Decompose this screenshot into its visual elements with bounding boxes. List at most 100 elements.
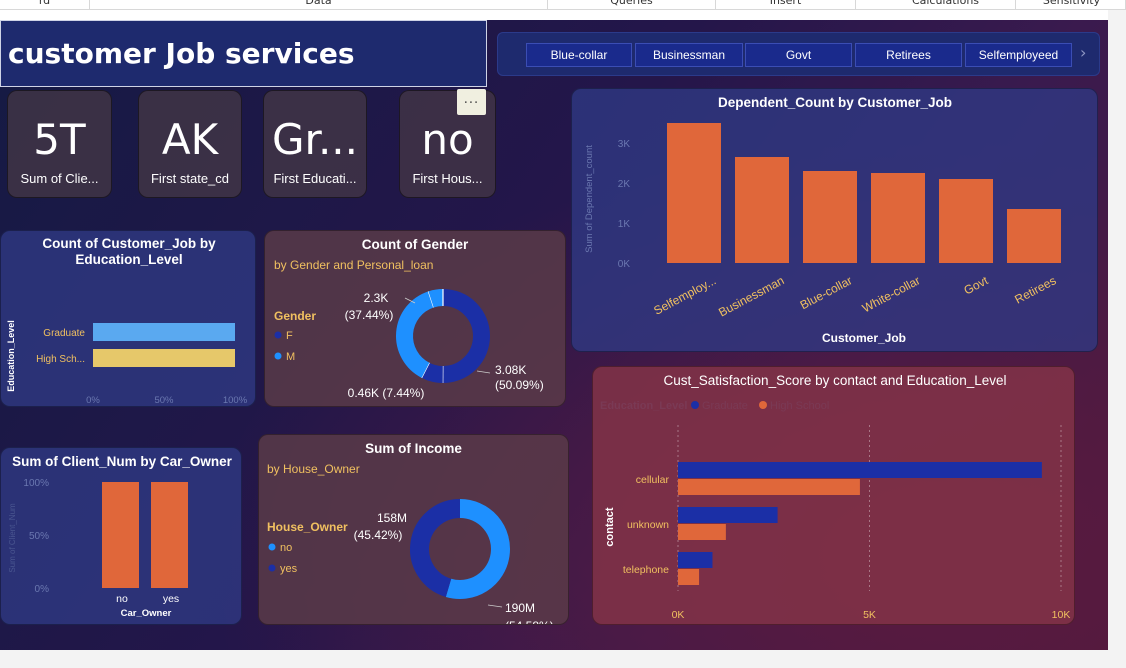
dependent-count-chart-panel[interactable]: Dependent_Count by Customer_Job 0K 1K 2K 3K S… <box>571 88 1098 352</box>
y-axis-label: contact <box>604 507 616 546</box>
slicer-item-govt[interactable]: Govt <box>745 43 852 67</box>
bar <box>1007 209 1061 263</box>
more-options-button[interactable]: ... <box>457 89 486 115</box>
x-tick-label: yes <box>163 593 179 605</box>
donut-slice <box>442 289 491 383</box>
x-tick-label: Govt <box>961 273 991 298</box>
customer-job-slicer: Blue-collar Businessman Govt Retirees Se… <box>497 32 1100 76</box>
legend-title: House_Owner <box>267 520 348 534</box>
y-axis-label: Sum of Dependent_count <box>584 145 595 253</box>
y-tick-label: 2K <box>618 179 631 190</box>
y-tick-label: 100% <box>23 478 49 489</box>
bar <box>102 482 139 588</box>
education-level-chart-panel[interactable]: Count of Customer_Job by Education_Level… <box>0 230 256 407</box>
kpi-label: First Educati... <box>273 171 357 186</box>
legend-label: yes <box>280 563 298 575</box>
bar <box>871 173 925 263</box>
legend-marker <box>268 564 276 572</box>
bar <box>678 479 860 495</box>
data-label: (37.44%) <box>345 308 394 322</box>
leader-line <box>476 370 491 374</box>
ribbon-tab[interactable]: Data <box>90 0 548 9</box>
kpi-card-client-num[interactable]: 5T Sum of Clie... <box>7 90 112 198</box>
kpi-label: First Hous... <box>412 171 483 186</box>
category-label: telephone <box>623 564 669 576</box>
x-tick-label: 10K <box>1052 609 1071 621</box>
data-label: 3.08K <box>495 363 526 377</box>
kpi-value: 5T <box>33 115 86 164</box>
x-tick-label: Businessman <box>716 273 786 319</box>
chevron-right-icon[interactable]: › <box>1080 43 1086 62</box>
bar <box>678 462 1042 478</box>
bar <box>93 323 235 341</box>
right-scroll-strip <box>1108 10 1126 668</box>
y-tick-label: 0K <box>618 259 631 270</box>
kpi-label: Sum of Clie... <box>20 171 99 186</box>
legend-title: Gender <box>274 309 316 323</box>
data-label: (50.09%) <box>495 378 544 392</box>
page-title: customer Job services <box>8 37 355 70</box>
leader-line <box>487 604 503 608</box>
bar <box>678 569 700 585</box>
gender-chart-panel[interactable]: Count of Gender by Gender and Personal_l… <box>264 230 566 407</box>
chart-title: Dependent_Count by Customer_Job <box>718 95 952 110</box>
kpi-value: Gr... <box>271 115 358 164</box>
bar <box>803 171 857 263</box>
slicer-item-retirees[interactable]: Retirees <box>855 43 962 67</box>
kpi-card-state[interactable]: AK First state_cd <box>138 90 242 198</box>
car-owner-chart-panel[interactable]: Sum of Client_Num by Car_Owner 0% 50% 100% S… <box>0 447 242 625</box>
ribbon-tab[interactable]: Insert <box>716 0 856 9</box>
y-tick-label: 0% <box>35 584 50 595</box>
slicer-item-blue-collar[interactable]: Blue-collar <box>526 43 632 67</box>
bar <box>939 179 993 263</box>
satisfaction-chart-panel[interactable]: Cust_Satisfaction_Score by contact and E… <box>592 366 1075 625</box>
category-label: Graduate <box>43 328 85 339</box>
category-label: cellular <box>636 474 670 486</box>
chart-title-line1: Count of Customer_Job by <box>42 236 216 251</box>
data-label: 158M <box>377 511 407 525</box>
chart-title: Cust_Satisfaction_Score by contact and E… <box>664 373 1007 388</box>
bar <box>735 157 789 263</box>
category-label: High Sch... <box>36 354 85 365</box>
x-axis-label: Car_Owner <box>121 608 172 619</box>
report-canvas: customer Job services Blue-collar Busine… <box>0 20 1108 650</box>
legend-marker <box>274 331 282 339</box>
category-label: unknown <box>627 519 669 531</box>
kpi-card-education[interactable]: Gr... First Educati... <box>263 90 367 198</box>
x-tick-label: Retirees <box>1012 273 1058 306</box>
bar <box>678 507 778 523</box>
ribbon-tab[interactable]: rd <box>0 0 90 9</box>
x-axis-label: Customer_Job <box>822 331 906 345</box>
bar <box>151 482 188 588</box>
data-label: 0.46K (7.44%) <box>348 386 425 400</box>
car-owner-chart: Sum of Client_Num by Car_Owner 0% 50% 100% S… <box>8 454 233 619</box>
legend-marker <box>759 401 767 409</box>
chart-title-line2: Education_Level <box>75 252 182 267</box>
legend-marker <box>274 352 282 360</box>
ribbon-tab[interactable]: Queries <box>548 0 716 9</box>
title-box: customer Job services <box>0 20 487 87</box>
data-label: (54.58%) <box>505 619 554 625</box>
legend-label: M <box>286 351 295 363</box>
donut-slice <box>396 291 435 378</box>
legend-label: High School <box>770 400 829 412</box>
x-tick-label: 100% <box>223 395 248 406</box>
x-tick-label: 0% <box>86 395 100 406</box>
slicer-item-businessman[interactable]: Businessman <box>635 43 743 67</box>
data-label: 2.3K <box>364 291 389 305</box>
gender-donut-chart: Gender FM 2.3K (37.44%) 0.46K (7.44%) 3.08K(5… <box>274 289 544 400</box>
legend-marker <box>691 401 699 409</box>
dependent-count-chart: Dependent_Count by Customer_Job 0K 1K 2K 3K S… <box>584 95 1061 345</box>
income-chart-panel[interactable]: Sum of Income by House_Owner House_Owner… <box>258 434 569 625</box>
donut-slice <box>428 289 444 308</box>
x-tick-label: 50% <box>154 395 174 406</box>
bottom-strip <box>0 650 1126 668</box>
y-tick-label: 1K <box>618 219 631 230</box>
legend-marker <box>268 543 276 551</box>
ribbon-tab[interactable]: Calculations <box>876 0 1016 9</box>
slicer-item-selfemployeed[interactable]: Selfemployeed <box>965 43 1072 67</box>
kpi-label: First state_cd <box>150 171 230 186</box>
kpi-value: no <box>421 115 474 164</box>
ribbon-tab[interactable]: Sensitivity <box>1018 0 1126 9</box>
ribbon-menubar: rd Data Queries Insert Calculations Sens… <box>0 0 1126 10</box>
